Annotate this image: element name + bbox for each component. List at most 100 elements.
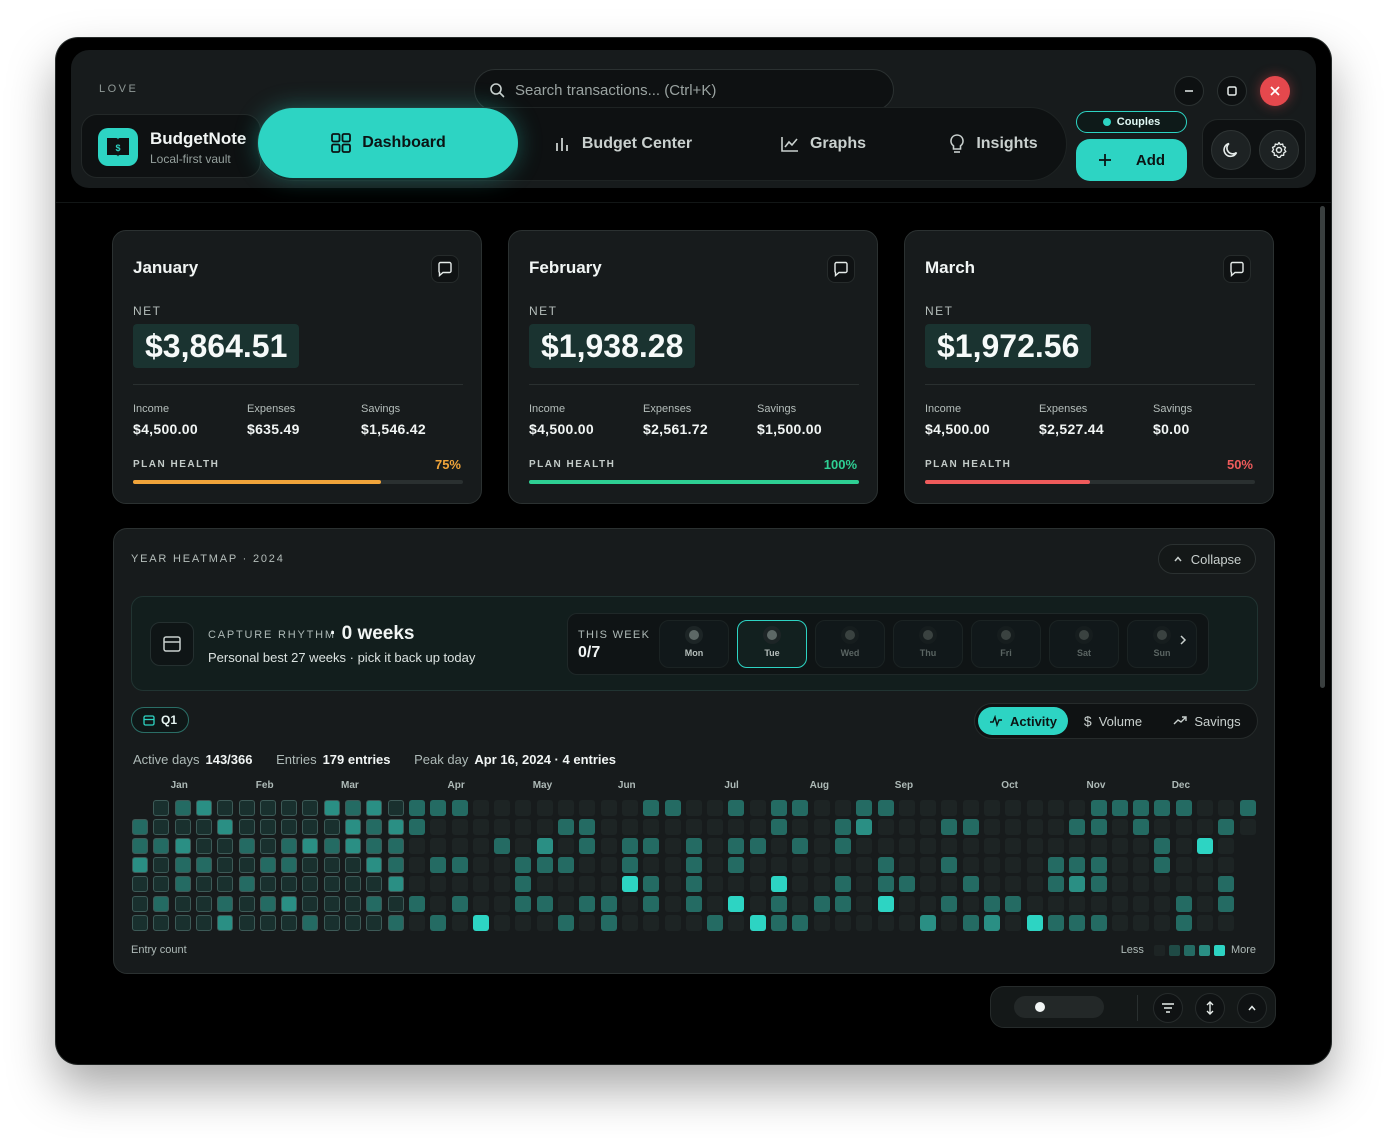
heatmap-cell[interactable] <box>1069 876 1086 893</box>
heatmap-cell[interactable] <box>813 857 830 874</box>
heatmap-cell[interactable] <box>536 838 553 855</box>
heatmap-cell[interactable] <box>195 895 212 912</box>
heatmap-cell[interactable] <box>430 857 447 874</box>
heatmap-cell[interactable] <box>941 800 958 816</box>
heatmap-cell[interactable] <box>984 838 1000 855</box>
heatmap-cell[interactable] <box>1047 838 1064 855</box>
heatmap-cell[interactable] <box>1111 800 1128 816</box>
heatmap-cell[interactable] <box>984 800 1000 816</box>
heatmap-cell[interactable] <box>1175 895 1192 912</box>
heatmap-cell[interactable] <box>387 857 404 874</box>
heatmap-cell[interactable] <box>217 838 234 855</box>
heatmap-cell[interactable] <box>217 800 234 816</box>
heatmap-cell[interactable] <box>898 819 915 836</box>
heatmap-cell[interactable] <box>877 857 894 874</box>
heatmap-cell[interactable] <box>536 914 553 931</box>
heatmap-cell[interactable] <box>600 857 617 874</box>
heatmap-cell[interactable] <box>1111 914 1128 931</box>
heatmap-cell[interactable] <box>558 914 574 931</box>
heatmap-cell[interactable] <box>323 800 340 816</box>
heatmap-cell[interactable] <box>558 876 574 893</box>
heatmap-cell[interactable] <box>920 800 937 816</box>
heatmap-cell[interactable] <box>664 895 681 912</box>
heatmap-cell[interactable] <box>132 914 148 931</box>
heatmap-cell[interactable] <box>749 800 766 816</box>
tab-graphs[interactable]: Graphs <box>748 108 898 180</box>
zoom-slider[interactable] <box>1014 996 1104 1018</box>
heatmap-cell[interactable] <box>1026 857 1043 874</box>
heatmap-cell[interactable] <box>1047 857 1064 874</box>
heatmap-cell[interactable] <box>238 895 255 912</box>
heatmap-cell[interactable] <box>579 819 596 836</box>
heatmap-cell[interactable] <box>813 895 830 912</box>
heatmap-cell[interactable] <box>153 895 170 912</box>
heatmap-cell[interactable] <box>685 876 702 893</box>
heatmap-cell[interactable] <box>281 876 298 893</box>
heatmap-cell[interactable] <box>749 895 766 912</box>
heatmap-cell[interactable] <box>515 857 532 874</box>
heatmap-cell[interactable] <box>259 819 276 836</box>
heatmap-cell[interactable] <box>962 876 979 893</box>
heatmap-cell[interactable] <box>877 800 894 816</box>
heatmap-cell[interactable] <box>1154 819 1171 836</box>
heatmap-cell[interactable] <box>898 876 915 893</box>
heatmap-cell[interactable] <box>494 800 511 816</box>
heatmap-cell[interactable] <box>621 838 638 855</box>
heatmap-cell[interactable] <box>984 857 1000 874</box>
heatmap-cell[interactable] <box>281 895 298 912</box>
heatmap-cell[interactable] <box>749 876 766 893</box>
heatmap-cell[interactable] <box>707 914 724 931</box>
heatmap-cell[interactable] <box>685 800 702 816</box>
heatmap-cell[interactable] <box>174 838 191 855</box>
heatmap-cell[interactable] <box>195 800 212 816</box>
heatmap-cell[interactable] <box>366 800 383 816</box>
heatmap-cell[interactable] <box>387 895 404 912</box>
heatmap-cell[interactable] <box>621 895 638 912</box>
heatmap-cell[interactable] <box>1154 800 1171 816</box>
heatmap-cell[interactable] <box>238 800 255 816</box>
heatmap-cell[interactable] <box>153 819 170 836</box>
heatmap-cell[interactable] <box>345 800 361 816</box>
heatmap-cell[interactable] <box>898 895 915 912</box>
heatmap-cell[interactable] <box>600 819 617 836</box>
heatmap-cell[interactable] <box>1218 876 1235 893</box>
heatmap-cell[interactable] <box>238 914 255 931</box>
heatmap-cell[interactable] <box>132 895 148 912</box>
heatmap-cell[interactable] <box>174 876 191 893</box>
heatmap-cell[interactable] <box>856 819 873 836</box>
heatmap-cell[interactable] <box>1218 914 1235 931</box>
heatmap-cell[interactable] <box>685 819 702 836</box>
heatmap-cell[interactable] <box>302 914 319 931</box>
week-day-wed[interactable]: Wed <box>815 620 885 668</box>
heatmap-cell[interactable] <box>941 819 958 836</box>
heatmap-cell[interactable] <box>281 800 298 816</box>
heatmap-cell[interactable] <box>515 800 532 816</box>
heatmap-cell[interactable] <box>1047 914 1064 931</box>
heatmap-cell[interactable] <box>132 857 148 874</box>
heatmap-cell[interactable] <box>834 857 851 874</box>
heatmap-cell[interactable] <box>451 800 468 816</box>
heatmap-cell[interactable] <box>643 876 660 893</box>
heatmap-cell[interactable] <box>366 819 383 836</box>
heatmap-cell[interactable] <box>1026 800 1043 816</box>
tab-insights[interactable]: Insights <box>918 108 1068 180</box>
heatmap-cell[interactable] <box>877 819 894 836</box>
heatmap-cell[interactable] <box>579 895 596 912</box>
week-day-fri[interactable]: Fri <box>971 620 1041 668</box>
heatmap-cell[interactable] <box>834 895 851 912</box>
settings-button[interactable] <box>1259 130 1299 170</box>
heatmap-cell[interactable] <box>1069 819 1086 836</box>
week-day-tue[interactable]: Tue <box>737 620 807 668</box>
heatmap-cell[interactable] <box>195 914 212 931</box>
heatmap-cell[interactable] <box>238 819 255 836</box>
heatmap-cell[interactable] <box>1005 800 1022 816</box>
heatmap-cell[interactable] <box>132 838 148 855</box>
heatmap-cell[interactable] <box>600 914 617 931</box>
heatmap-cell[interactable] <box>941 857 958 874</box>
heatmap-cell[interactable] <box>728 838 745 855</box>
heatmap-cell[interactable] <box>664 838 681 855</box>
week-day-sat[interactable]: Sat <box>1049 620 1119 668</box>
heatmap-cell[interactable] <box>1069 914 1086 931</box>
heatmap-cell[interactable] <box>1026 838 1043 855</box>
heatmap-cell[interactable] <box>302 895 319 912</box>
